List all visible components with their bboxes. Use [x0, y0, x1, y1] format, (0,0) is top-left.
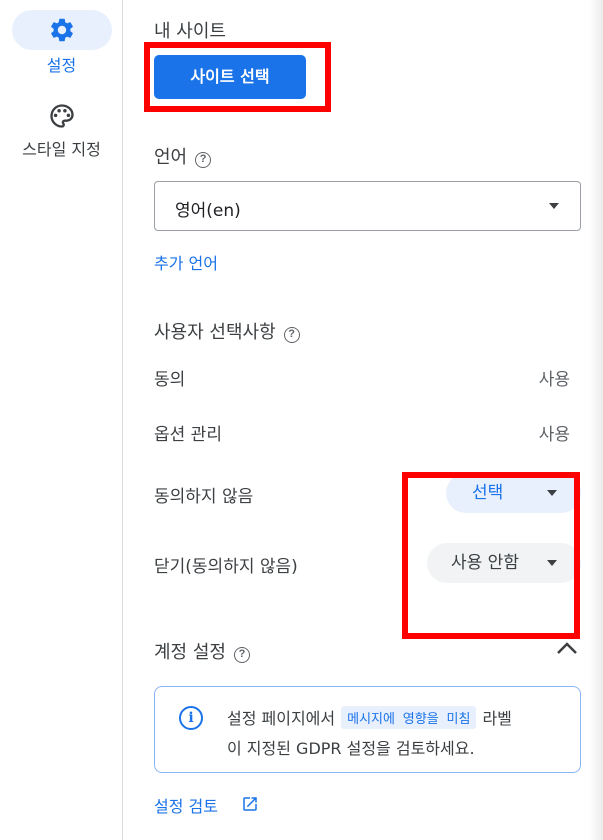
highlight-box	[402, 472, 580, 639]
my-sites-title: 내 사이트	[154, 21, 226, 42]
language-select[interactable]: 영어(en)	[154, 181, 581, 231]
nav-item-styling-label: 스타일 지정	[22, 140, 101, 159]
dropdown-arrow-icon	[549, 203, 559, 209]
add-language-link[interactable]: 추가 언어	[154, 250, 218, 274]
nav-item-settings-label: 설정	[46, 56, 77, 75]
language-select-value: 영어(en)	[175, 201, 241, 221]
select-site-button[interactable]: 사이트 선택	[154, 55, 306, 99]
info-icon: i	[179, 706, 203, 730]
user-choices-title-text: 사용자 선택사항	[154, 322, 276, 343]
label-chip: 메시지에 영향을 미침	[341, 706, 477, 729]
panel-edge	[589, 0, 603, 840]
palette-icon	[50, 104, 74, 128]
info-text-line2: 이 지정된 GDPR 설정을 검토하세요.	[227, 739, 475, 758]
choice-row-label: 닫기(동의하지 않음)	[154, 557, 298, 577]
help-icon[interactable]: ?	[283, 327, 300, 343]
nav-item-styling[interactable]: 스타일 지정	[0, 98, 123, 168]
choice-row-label: 옵션 관리	[154, 425, 222, 445]
info-text-line1: 설정 페이지에서 메시지에 영향을 미침 라벨	[227, 705, 512, 729]
info-text-before: 설정 페이지에서	[227, 709, 336, 728]
settings-panel: 설정 스타일 지정 내 사이트 사이트 선택 언어? 영어(en) 추가 언어	[0, 0, 603, 840]
info-text-after: 라벨	[482, 709, 512, 728]
gear-icon	[51, 18, 73, 42]
nav-item-settings[interactable]: 설정	[0, 0, 123, 80]
choice-row-value: 사용	[538, 425, 570, 445]
choice-row-label: 동의	[154, 370, 186, 390]
review-settings-link[interactable]: 설정 검토	[154, 793, 218, 817]
help-icon[interactable]: ?	[233, 647, 250, 663]
user-choices-title: 사용자 선택사항?	[154, 318, 300, 344]
help-icon[interactable]: ?	[195, 152, 212, 168]
choice-row-label: 동의하지 않음	[154, 487, 254, 507]
language-title: 언어?	[154, 143, 212, 169]
open-in-new-icon[interactable]	[241, 795, 259, 813]
account-settings-title-text: 계정 설정	[154, 642, 226, 663]
main-content: 내 사이트 사이트 선택 언어? 영어(en) 추가 언어 사용자 선택사항? …	[124, 0, 589, 840]
chevron-up-icon[interactable]	[556, 641, 578, 655]
choice-row-value: 사용	[538, 370, 570, 390]
info-banner: i 설정 페이지에서 메시지에 영향을 미침 라벨 이 지정된 GDPR 설정을 검…	[154, 686, 581, 773]
account-settings-title: 계정 설정?	[154, 638, 250, 664]
side-navigation: 설정 스타일 지정	[0, 0, 123, 840]
language-title-text: 언어	[154, 147, 188, 168]
